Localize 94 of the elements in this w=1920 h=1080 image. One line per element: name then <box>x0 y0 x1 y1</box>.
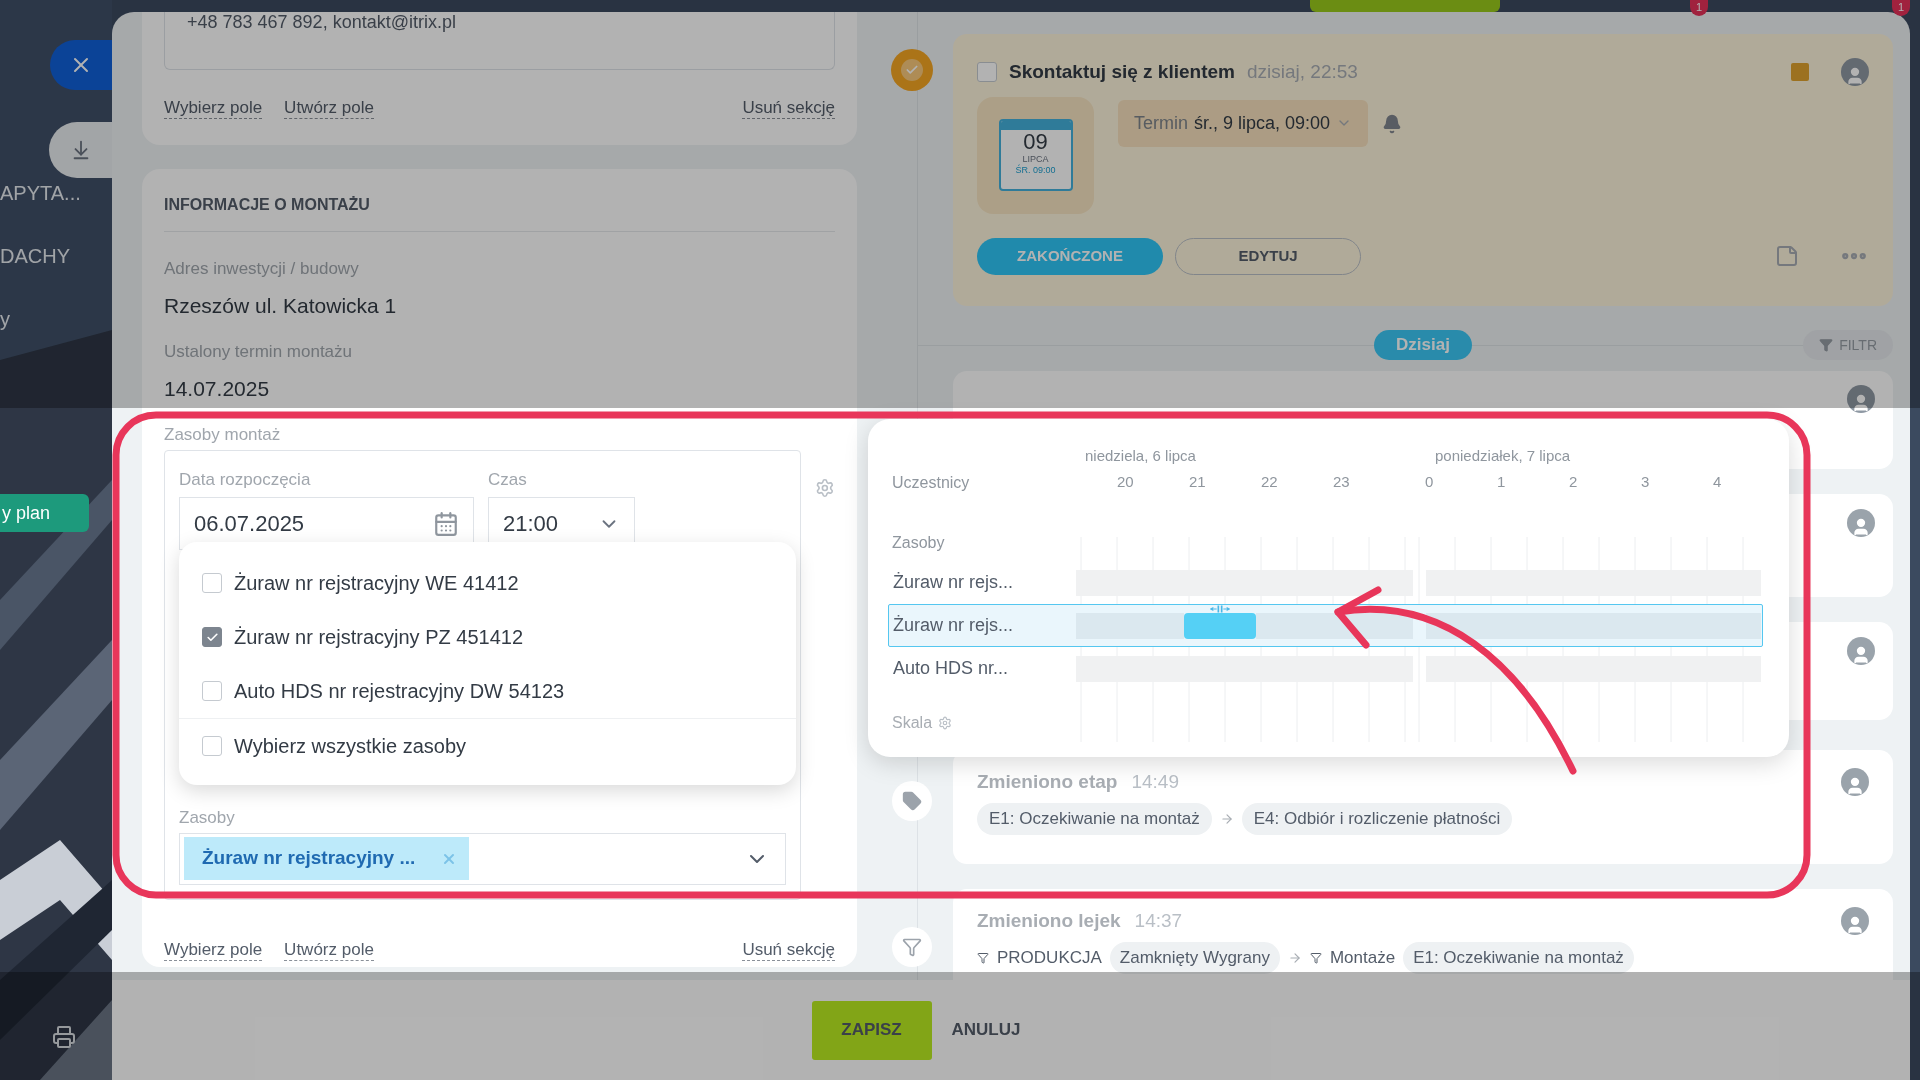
booking-bar[interactable] <box>1184 612 1256 639</box>
avatar-icon <box>1841 58 1869 87</box>
field-label: Zasoby montaż <box>164 424 282 446</box>
stage-pill: Zamknięty Wygrany <box>1109 941 1280 974</box>
day-label: poniedziałek, 7 lipca <box>1434 446 1572 466</box>
notification-badge: 1 <box>1690 0 1708 16</box>
hour-label: 20 <box>1117 472 1135 492</box>
remove-section-link[interactable]: Usuń sekcję <box>742 98 835 119</box>
field-label: Data rozpoczęcia <box>179 468 312 491</box>
resources-label: Zasoby <box>892 533 946 551</box>
avatar-icon <box>1847 509 1875 537</box>
task-status-icon <box>890 49 933 91</box>
flag-icon[interactable] <box>1791 63 1809 82</box>
funnel-icon <box>891 927 932 967</box>
calendar-month: LIPCA <box>1022 154 1049 164</box>
checkbox[interactable] <box>202 627 222 647</box>
funnel-name: PRODUKCJA <box>997 946 1102 969</box>
sidebar-item[interactable]: y <box>0 304 112 334</box>
hour-label: 23 <box>1333 472 1351 492</box>
save-button[interactable]: ZAPISZ <box>811 1000 932 1060</box>
avatar-icon <box>1847 637 1875 665</box>
field-label: Ustalony termin montażu <box>164 341 354 363</box>
stage-pill: E1: Oczekiwanie na montaż <box>1403 941 1634 974</box>
funnel-icon <box>1309 951 1322 964</box>
arrow-icon <box>1287 950 1302 965</box>
hour-label: 3 <box>1641 472 1651 492</box>
field-link[interactable]: Wybierz pole <box>164 939 263 961</box>
contact-field[interactable]: +48 783 467 892, kontakt@itrix.pl <box>164 12 835 70</box>
checkbox[interactable] <box>202 735 222 756</box>
history-title: Zmieniono etap <box>977 770 1118 794</box>
checkbox[interactable] <box>202 681 222 701</box>
hour-label: 22 <box>1261 472 1279 492</box>
filter-icon <box>1819 338 1834 352</box>
field-value: 14.07.2025 <box>164 375 271 402</box>
hour-label: 21 <box>1189 472 1207 492</box>
calendar-icon[interactable] <box>433 510 459 537</box>
scale-label: Skala <box>892 713 933 733</box>
funnel-icon <box>977 951 989 964</box>
hour-label: 0 <box>1425 472 1435 492</box>
close-button[interactable] <box>50 40 112 90</box>
settings-icon[interactable] <box>938 716 953 730</box>
cancel-button[interactable]: ANULUJ <box>951 1017 1021 1043</box>
field-label: Zasoby <box>179 807 236 829</box>
timeline-icon <box>891 781 932 821</box>
note-icon[interactable] <box>1775 244 1799 268</box>
resource-option[interactable]: Żuraw nr rejstracyjny PZ 451412 <box>179 610 796 664</box>
stage-pill: E4: Odbiór i rozliczenie płatności <box>1241 802 1513 835</box>
calendar-time: ŚR. 09:00 <box>1015 165 1056 176</box>
select-all-option[interactable]: Wybierz wszystkie zasoby <box>179 718 796 772</box>
avatar-icon <box>1847 385 1875 413</box>
stage-pill: E1: Oczekiwanie na montaż <box>977 802 1212 835</box>
bell-icon[interactable] <box>1382 113 1403 134</box>
field-value: Rzeszów ul. Katowicka 1 <box>164 292 398 319</box>
resource-row[interactable]: Auto HDS nr... <box>888 647 1763 690</box>
field-link[interactable]: Utwórz pole <box>284 939 374 961</box>
history-title: Zmieniono lejek <box>977 909 1121 933</box>
hour-label: 2 <box>1569 472 1579 492</box>
field-label: Adres inwestycji / budowy <box>164 258 360 280</box>
plan-button[interactable]: y plan <box>0 494 89 532</box>
resource-tag: Żuraw nr rejstracyjny ... <box>184 837 470 880</box>
hour-label: 1 <box>1497 472 1507 492</box>
printer-icon[interactable] <box>52 1025 76 1049</box>
field-link[interactable]: Utwórz pole <box>284 98 374 119</box>
calendar-day: 09 <box>1023 130 1048 154</box>
task-time: dzisiaj, 22:53 <box>1246 60 1358 84</box>
avatar-icon <box>1841 768 1869 797</box>
day-label: niedziela, 6 lipca <box>1084 446 1197 466</box>
minimize-button[interactable] <box>49 122 112 178</box>
checkbox[interactable] <box>202 573 222 593</box>
resources-select[interactable]: Żuraw nr rejstracyjny ... <box>179 832 787 885</box>
participants-label: Uczestnicy <box>892 473 970 493</box>
avatar-icon <box>1841 907 1869 936</box>
resource-option[interactable]: Auto HDS nr rejestracyjny DW 54123 <box>179 664 796 718</box>
field-link[interactable]: Wybierz pole <box>164 98 263 119</box>
resize-handle-icon[interactable] <box>1210 604 1230 613</box>
field-label: Czas <box>488 468 528 491</box>
funnel-name: Montaże <box>1329 946 1396 969</box>
sidebar-item[interactable]: DACHY <box>0 241 112 271</box>
sidebar-item[interactable]: APYTA... <box>0 178 112 208</box>
notification-badge: 1 <box>1892 0 1910 16</box>
top-tab[interactable] <box>1310 0 1500 12</box>
deadline-select[interactable]: Termin śr., 9 lipca, 09:00 <box>1118 99 1369 147</box>
hour-label: 4 <box>1713 472 1723 492</box>
remove-section-link[interactable]: Usuń sekcję <box>742 939 835 961</box>
check-icon <box>205 630 219 644</box>
resource-option[interactable]: Żuraw nr rejstracyjny WE 41412 <box>179 556 796 610</box>
history-time: 14:49 <box>1131 770 1179 794</box>
resource-row[interactable]: Żuraw nr rejs... <box>888 561 1763 604</box>
history-time: 14:37 <box>1134 909 1183 933</box>
resource-row[interactable]: Żuraw nr rejs... <box>888 604 1763 647</box>
checkbox[interactable] <box>977 62 997 83</box>
section-title: INFORMACJE O MONTAŻU <box>164 195 371 215</box>
task-title[interactable]: Skontaktuj się z klientem <box>1009 58 1235 87</box>
settings-icon[interactable] <box>815 477 835 498</box>
